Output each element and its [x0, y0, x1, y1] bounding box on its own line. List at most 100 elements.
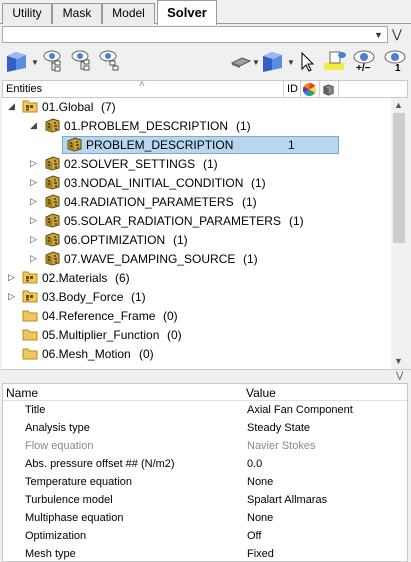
tree-item-count: (0): [167, 328, 182, 342]
property-name: Flow equation: [25, 440, 94, 452]
expand-arrow-icon[interactable]: ▷: [8, 291, 15, 302]
expand-arrow-icon[interactable]: ▷: [30, 253, 37, 264]
entity-tree: ◢ 01.Global (7) ◢ 01.PROBLEM_DESCRIPTION (1) P…: [2, 98, 391, 369]
component-view-icon[interactable]: [4, 48, 30, 74]
filter-eye-tree-icon[interactable]: [70, 48, 96, 74]
property-row[interactable]: Multiphase equation None: [3, 510, 407, 528]
tree-row[interactable]: ▷ 03.NODAL_INITIAL_CONDITION (1): [2, 174, 391, 193]
expand-arrow-icon[interactable]: ▷: [30, 234, 37, 245]
tree-row[interactable]: ▷ 07.WAVE_DAMPING_SOURCE (1): [2, 250, 391, 269]
search-dropdown-icon[interactable]: ▼: [374, 30, 383, 40]
tree-row[interactable]: 06.Mesh_Motion (0): [2, 345, 391, 364]
tree-row[interactable]: ◢ 01.Global (7): [2, 98, 391, 117]
property-value[interactable]: 0.0: [247, 458, 262, 470]
tree-item-count: (0): [139, 347, 154, 361]
folder-empty-icon: [22, 346, 38, 361]
entity-dropdown-icon[interactable]: ▼: [287, 58, 295, 67]
tree-item-count: (1): [251, 176, 266, 190]
splitter-collapse-icon[interactable]: ⋁: [396, 370, 403, 381]
name-column-header[interactable]: Name: [6, 386, 38, 400]
property-row[interactable]: Analysis type Steady State: [3, 420, 407, 438]
property-value[interactable]: Axial Fan Component: [247, 404, 353, 416]
show-all-label: +/−: [356, 63, 371, 74]
filter-eye-icon[interactable]: [42, 48, 68, 74]
filter-eye-list-icon[interactable]: [98, 48, 124, 74]
cube-group-icon: [44, 194, 60, 209]
scrollbar-thumb[interactable]: [393, 113, 405, 243]
component-view-dropdown-icon[interactable]: ▼: [31, 58, 39, 67]
tree-row[interactable]: ▷ 04.RADIATION_PARAMETERS (1): [2, 193, 391, 212]
column-separator[interactable]: [300, 81, 301, 98]
column-separator[interactable]: [319, 81, 320, 98]
tree-item-count: (1): [289, 214, 304, 228]
scroll-up-icon[interactable]: ▲: [394, 100, 403, 110]
tab-solver[interactable]: Solver: [157, 0, 217, 25]
cube-item-icon: [66, 137, 82, 152]
property-value[interactable]: None: [247, 512, 273, 524]
tree-row[interactable]: ▷ 02.Materials (6): [2, 269, 391, 288]
tree-item-label: 03.Body_Force: [42, 290, 124, 304]
eraser-icon[interactable]: [230, 48, 252, 74]
property-name: Turbulence model: [25, 494, 113, 506]
tree-row[interactable]: ▷ 05.SOLAR_RADIATION_PARAMETERS (1): [2, 212, 391, 231]
property-value[interactable]: Steady State: [247, 422, 310, 434]
highlight-icon[interactable]: [322, 48, 348, 74]
tree-row[interactable]: ▷ 03.Body_Force (1): [2, 288, 391, 307]
tree-row[interactable]: PROBLEM_DESCRIPTION 1: [2, 136, 391, 155]
expand-arrow-icon[interactable]: ▷: [8, 272, 15, 283]
tree-item-count: (1): [203, 157, 218, 171]
cube-group-icon: [44, 213, 60, 228]
scroll-down-icon[interactable]: ▼: [394, 356, 403, 366]
property-row[interactable]: Mesh type Fixed: [3, 546, 407, 562]
tree-row[interactable]: ◢ 01.PROBLEM_DESCRIPTION (1): [2, 117, 391, 136]
property-value[interactable]: Spalart Allmaras: [247, 494, 327, 506]
tree-item-label: 04.RADIATION_PARAMETERS: [64, 195, 234, 209]
tab-mask[interactable]: Mask: [52, 3, 102, 24]
property-row[interactable]: Title Axial Fan Component: [3, 402, 407, 420]
property-row[interactable]: Temperature equation None: [3, 474, 407, 492]
tree-item-label: 05.Multiplier_Function: [42, 328, 160, 342]
tree-item-label: 04.Reference_Frame: [42, 309, 156, 323]
tree-scrollbar[interactable]: ▲ ▼: [391, 98, 407, 369]
property-name: Abs. pressure offset ## (N/m2): [25, 458, 175, 470]
property-row[interactable]: Optimization Off: [3, 528, 407, 546]
value-column-header[interactable]: Value: [246, 386, 276, 400]
property-row[interactable]: Turbulence model Spalart Allmaras: [3, 492, 407, 510]
id-header-label[interactable]: ID: [287, 83, 298, 95]
property-name: Mesh type: [25, 548, 76, 560]
property-value[interactable]: Fixed: [247, 548, 274, 560]
property-row[interactable]: Abs. pressure offset ## (N/m2) 0.0: [3, 456, 407, 474]
eraser-dropdown-icon[interactable]: ▼: [252, 58, 260, 67]
expand-arrow-icon[interactable]: ▷: [30, 177, 37, 188]
property-value[interactable]: Off: [247, 530, 261, 542]
collapse-chevron-icon[interactable]: ⋁: [392, 27, 402, 41]
color-wheel-icon[interactable]: [303, 83, 316, 96]
folder-empty-icon: [22, 308, 38, 323]
column-separator[interactable]: [283, 81, 284, 98]
property-row[interactable]: Flow equation Navier Stokes: [3, 438, 407, 456]
tree-row[interactable]: 04.Reference_Frame (0): [2, 307, 391, 326]
collapse-arrow-icon[interactable]: ◢: [30, 120, 37, 131]
tree-row[interactable]: 05.Multiplier_Function (0): [2, 326, 391, 345]
tree-row[interactable]: ▷ 02.SOLVER_SETTINGS (1): [2, 155, 391, 174]
expand-arrow-icon[interactable]: ▷: [30, 196, 37, 207]
panel-splitter[interactable]: ⋁: [0, 369, 411, 383]
tree-item-label: 07.WAVE_DAMPING_SOURCE: [64, 252, 236, 266]
visibility-cube-icon[interactable]: [322, 83, 335, 96]
property-name: Temperature equation: [25, 476, 133, 488]
entity-cube-icon[interactable]: [261, 48, 285, 74]
expand-arrow-icon[interactable]: ▷: [30, 215, 37, 226]
tab-utility[interactable]: Utility: [2, 3, 52, 24]
entities-column-header: Entities ˄ ID: [2, 79, 408, 98]
collapse-arrow-icon[interactable]: ◢: [8, 101, 15, 112]
tab-model[interactable]: Model: [102, 3, 155, 24]
expand-arrow-icon[interactable]: ▷: [30, 158, 37, 169]
column-separator[interactable]: [338, 81, 339, 98]
cursor-icon[interactable]: [298, 48, 316, 74]
property-value[interactable]: None: [247, 476, 273, 488]
search-input[interactable]: [2, 26, 388, 43]
tree-item-label: 03.NODAL_INITIAL_CONDITION: [64, 176, 244, 190]
property-value: Navier Stokes: [247, 440, 316, 452]
entities-header-label[interactable]: Entities: [6, 83, 42, 95]
tree-row[interactable]: ▷ 06.OPTIMIZATION (1): [2, 231, 391, 250]
